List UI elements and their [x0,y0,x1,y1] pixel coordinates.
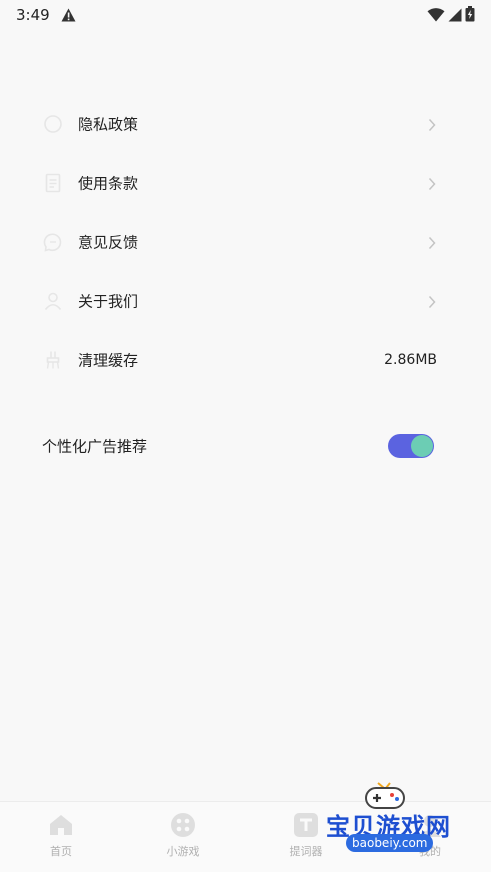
home-icon [48,812,74,838]
settings-item-feedback[interactable]: 意见反馈 [0,212,491,271]
settings-list: 隐私政策 使用条款 意见反馈 关于我们 清理缓存 2.86MB [0,94,491,389]
settings-item-label: 关于我们 [78,292,139,310]
nav-tab-label: 首页 [50,845,72,858]
profile-icon [417,812,443,838]
settings-item-privacy-policy[interactable]: 隐私政策 [0,94,491,153]
chevron-right-icon [427,117,437,131]
battery-charging-icon [465,6,475,26]
settings-item-label: 隐私政策 [78,115,139,133]
warning-icon [61,7,76,26]
nav-tab-home[interactable]: 首页 [21,812,101,868]
settings-item-about-us[interactable]: 关于我们 [0,271,491,330]
ad-recommendation-toggle[interactable] [388,434,434,458]
nav-tab-label: 我的 [419,845,441,858]
bottom-nav: 首页 小游戏 提词器 我的 [0,801,491,872]
settings-screen: 3:49 隐私政策 使用条款 意见反馈 关于我们 清理缓存 2.86MB 个性化… [0,0,491,872]
person-icon [43,291,63,311]
settings-item-terms-of-use[interactable]: 使用条款 [0,153,491,212]
status-bar: 3:49 [0,0,491,30]
ad-recommendation-label: 个性化广告推荐 [42,437,148,456]
settings-item-label: 清理缓存 [78,351,139,369]
nav-tab-teleprompter[interactable]: 提词器 [266,812,346,868]
shield-icon [43,114,63,134]
wifi-icon [427,7,445,26]
teleprompter-icon [293,812,319,838]
nav-tab-label: 小游戏 [166,845,200,858]
status-icons [427,6,475,26]
feedback-icon [43,232,63,252]
settings-item-label: 意见反馈 [78,233,139,251]
toggle-knob [411,435,433,457]
settings-item-clear-cache[interactable]: 清理缓存 2.86MB [0,330,491,389]
broom-icon [43,350,63,370]
settings-item-label: 使用条款 [78,174,139,192]
ad-recommendation-row: 个性化广告推荐 [0,418,491,474]
game-icon [170,812,196,838]
signal-icon [448,7,462,26]
cache-size-value: 2.86MB [384,351,437,368]
chevron-right-icon [427,294,437,308]
nav-tab-mini-games[interactable]: 小游戏 [143,812,223,868]
nav-tab-profile[interactable]: 我的 [390,812,470,868]
document-icon [43,173,63,193]
chevron-right-icon [427,235,437,249]
nav-tab-label: 提词器 [289,845,323,858]
chevron-right-icon [427,176,437,190]
status-time: 3:49 [16,6,50,24]
